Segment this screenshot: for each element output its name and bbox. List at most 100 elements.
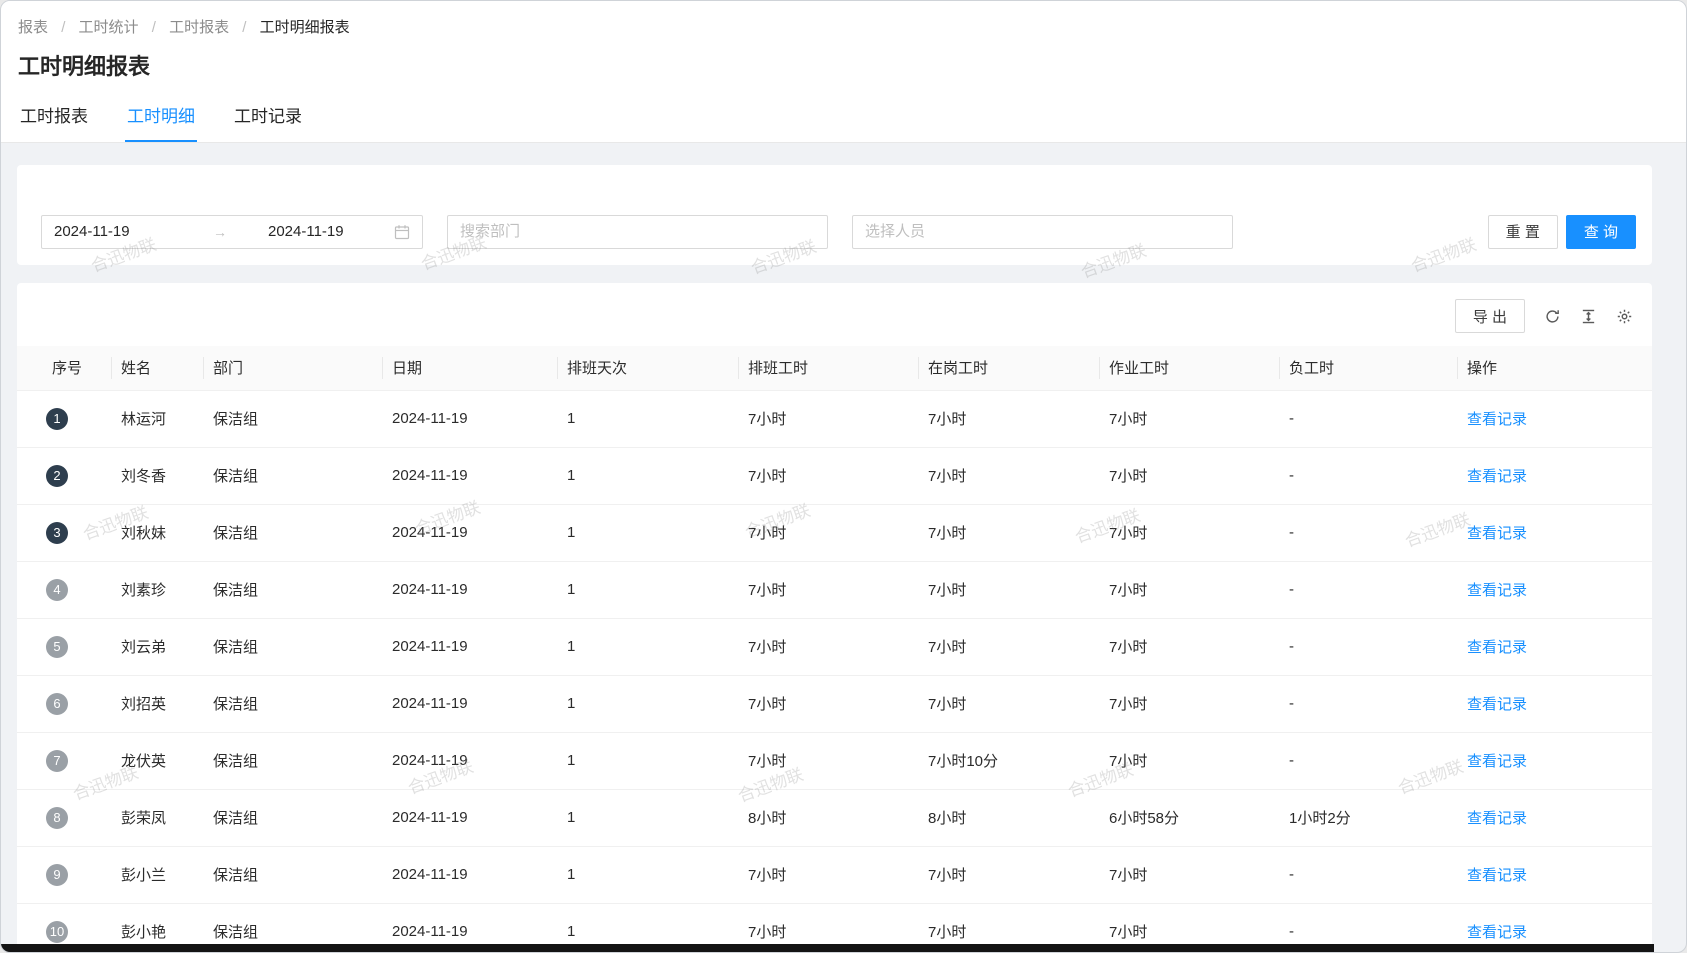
- column-header-scheduled-hours: 排班工时: [738, 346, 918, 390]
- cell-department: 保洁组: [203, 390, 382, 447]
- tab-worktime-report[interactable]: 工时报表: [18, 92, 90, 142]
- cell-shift-days: 1: [557, 789, 738, 846]
- date-range-arrow-icon: →: [172, 224, 268, 240]
- cell-work-hours: 7小时: [1099, 447, 1279, 504]
- cell-department: 保洁组: [203, 504, 382, 561]
- department-search-input[interactable]: [447, 215, 828, 249]
- row-index-badge: 3: [46, 522, 68, 544]
- view-records-link[interactable]: 查看记录: [1467, 582, 1527, 599]
- cell-shift-days: 1: [557, 675, 738, 732]
- query-button[interactable]: 查 询: [1566, 215, 1636, 249]
- reload-icon[interactable]: [1544, 308, 1561, 325]
- cell-shift-days: 1: [557, 618, 738, 675]
- cell-department: 保洁组: [203, 732, 382, 789]
- cell-department: 保洁组: [203, 447, 382, 504]
- cell-work-hours: 7小时: [1099, 504, 1279, 561]
- date-range-picker[interactable]: →: [41, 215, 423, 249]
- cell-onduty-hours: 7小时: [918, 504, 1099, 561]
- tab-worktime-detail[interactable]: 工时明细: [125, 92, 197, 142]
- cell-name: 龙伏英: [111, 732, 203, 789]
- column-header-shift-days: 排班天次: [557, 346, 738, 390]
- table-row: 6 刘招英 保洁组 2024-11-19 1 7小时 7小时 7小时 - 查看记…: [17, 675, 1652, 732]
- row-index-badge: 4: [46, 579, 68, 601]
- page-title: 工时明细报表: [18, 49, 150, 81]
- cell-date: 2024-11-19: [382, 447, 557, 504]
- cell-scheduled-hours: 7小时: [738, 618, 918, 675]
- table-row: 3 刘秋妹 保洁组 2024-11-19 1 7小时 7小时 7小时 - 查看记…: [17, 504, 1652, 561]
- view-records-link[interactable]: 查看记录: [1467, 639, 1527, 656]
- view-records-link[interactable]: 查看记录: [1467, 753, 1527, 770]
- cell-shift-days: 1: [557, 390, 738, 447]
- tab-worktime-records[interactable]: 工时记录: [232, 92, 304, 142]
- view-records-link[interactable]: 查看记录: [1467, 468, 1527, 485]
- cell-work-hours: 7小时: [1099, 390, 1279, 447]
- cell-negative-hours: -: [1279, 447, 1457, 504]
- view-records-link[interactable]: 查看记录: [1467, 525, 1527, 542]
- cell-onduty-hours: 7小时: [918, 561, 1099, 618]
- table-card: 导 出 序号 姓名 部门 日期: [17, 283, 1652, 953]
- cell-scheduled-hours: 7小时: [738, 675, 918, 732]
- date-end-input[interactable]: [268, 223, 386, 240]
- row-index-badge: 8: [46, 807, 68, 829]
- view-records-link[interactable]: 查看记录: [1467, 867, 1527, 884]
- cell-name: 刘云弟: [111, 618, 203, 675]
- column-header-date: 日期: [382, 346, 557, 390]
- column-height-icon[interactable]: [1580, 308, 1597, 325]
- cell-name: 林运河: [111, 390, 203, 447]
- cell-negative-hours: -: [1279, 390, 1457, 447]
- reset-button[interactable]: 重 置: [1488, 215, 1558, 249]
- cell-negative-hours: -: [1279, 675, 1457, 732]
- cell-date: 2024-11-19: [382, 846, 557, 903]
- breadcrumb-item-worktime-report[interactable]: 工时报表: [169, 19, 229, 36]
- cell-department: 保洁组: [203, 846, 382, 903]
- breadcrumb-item-reports[interactable]: 报表: [18, 19, 48, 36]
- breadcrumb-item-worktime-stats[interactable]: 工时统计: [79, 19, 139, 36]
- calendar-icon: [394, 224, 410, 240]
- table-row: 5 刘云弟 保洁组 2024-11-19 1 7小时 7小时 7小时 - 查看记…: [17, 618, 1652, 675]
- view-records-link[interactable]: 查看记录: [1467, 411, 1527, 428]
- cell-name: 刘招英: [111, 675, 203, 732]
- cell-name: 刘素珍: [111, 561, 203, 618]
- person-select-input[interactable]: [852, 215, 1233, 249]
- cell-date: 2024-11-19: [382, 732, 557, 789]
- breadcrumb-separator: /: [152, 19, 156, 36]
- cell-scheduled-hours: 7小时: [738, 390, 918, 447]
- cell-scheduled-hours: 7小时: [738, 732, 918, 789]
- breadcrumb-separator: /: [242, 19, 246, 36]
- view-records-link[interactable]: 查看记录: [1467, 924, 1527, 941]
- column-header-department: 部门: [203, 346, 382, 390]
- cell-date: 2024-11-19: [382, 561, 557, 618]
- cell-date: 2024-11-19: [382, 390, 557, 447]
- column-header-actions: 操作: [1457, 346, 1652, 390]
- column-header-index: 序号: [17, 346, 111, 390]
- view-records-link[interactable]: 查看记录: [1467, 696, 1527, 713]
- row-index-badge: 1: [46, 408, 68, 430]
- cell-negative-hours: 1小时2分: [1279, 789, 1457, 846]
- cell-name: 彭荣凤: [111, 789, 203, 846]
- cell-onduty-hours: 7小时: [918, 675, 1099, 732]
- cell-onduty-hours: 7小时: [918, 618, 1099, 675]
- table-row: 8 彭荣凤 保洁组 2024-11-19 1 8小时 8小时 6小时58分 1小…: [17, 789, 1652, 846]
- row-index-badge: 2: [46, 465, 68, 487]
- export-button[interactable]: 导 出: [1455, 299, 1525, 333]
- date-start-input[interactable]: [54, 223, 172, 240]
- cell-onduty-hours: 7小时: [918, 447, 1099, 504]
- cell-work-hours: 7小时: [1099, 561, 1279, 618]
- cell-scheduled-hours: 7小时: [738, 561, 918, 618]
- cell-name: 刘冬香: [111, 447, 203, 504]
- cell-department: 保洁组: [203, 789, 382, 846]
- cell-negative-hours: -: [1279, 504, 1457, 561]
- view-records-link[interactable]: 查看记录: [1467, 810, 1527, 827]
- settings-icon[interactable]: [1616, 308, 1633, 325]
- bottom-scroll-bar[interactable]: [1, 944, 1654, 952]
- cell-scheduled-hours: 7小时: [738, 447, 918, 504]
- cell-date: 2024-11-19: [382, 618, 557, 675]
- cell-negative-hours: -: [1279, 846, 1457, 903]
- table-row: 9 彭小兰 保洁组 2024-11-19 1 7小时 7小时 7小时 - 查看记…: [17, 846, 1652, 903]
- cell-date: 2024-11-19: [382, 675, 557, 732]
- cell-work-hours: 6小时58分: [1099, 789, 1279, 846]
- row-index-badge: 7: [46, 750, 68, 772]
- cell-shift-days: 1: [557, 561, 738, 618]
- cell-scheduled-hours: 7小时: [738, 846, 918, 903]
- cell-work-hours: 7小时: [1099, 618, 1279, 675]
